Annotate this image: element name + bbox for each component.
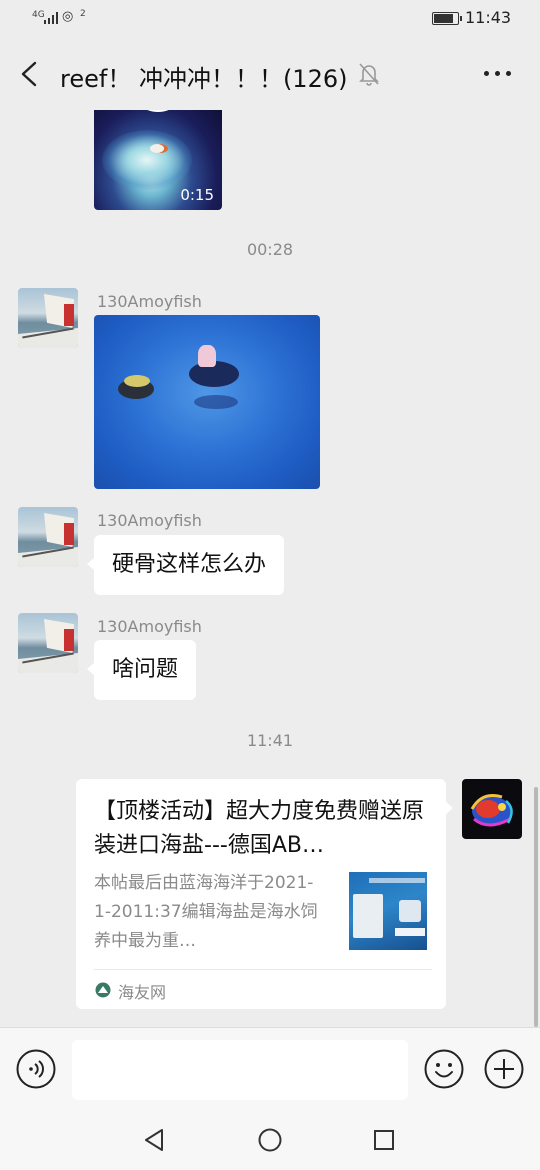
text-message[interactable]: 啥问题 (86, 640, 197, 700)
bell-off-icon (359, 63, 379, 86)
link-thumbnail (349, 872, 427, 950)
signal-icon (44, 12, 60, 24)
system-navigation (0, 1111, 540, 1170)
avatar[interactable] (18, 288, 78, 348)
battery-icon (432, 12, 462, 25)
site-logo-icon (95, 982, 111, 998)
sender-name: 130Amoyfish (97, 511, 202, 530)
input-bar (0, 1027, 540, 1111)
status-time: 11:43 (465, 8, 512, 27)
play-icon (130, 110, 186, 112)
sender-name: 130Amoyfish (97, 617, 202, 636)
triangle-back-icon[interactable] (143, 1128, 167, 1152)
avatar[interactable] (18, 613, 78, 673)
chat-area[interactable]: 0:15 00:28 130Amoyfish 130Amoyfish 硬骨这样怎… (0, 110, 540, 1027)
text-message[interactable]: 硬骨这样怎么办 (86, 535, 285, 595)
link-source: 海友网 (118, 983, 167, 1002)
network-type: 4G (32, 10, 45, 20)
wifi-label: 2 (80, 9, 86, 19)
square-recent-icon[interactable] (373, 1129, 395, 1151)
video-duration: 0:15 (180, 186, 214, 204)
message-timestamp: 11:41 (246, 731, 294, 750)
video-message[interactable]: 0:15 (94, 110, 222, 210)
wifi-icon: ◎ (62, 9, 74, 24)
sender-name: 130Amoyfish (97, 292, 202, 311)
scrollbar[interactable] (534, 787, 538, 1027)
link-title: 【顶楼活动】超大力度免费赠送原装进口海盐---德国AB… (94, 799, 425, 858)
chevron-left-icon[interactable] (18, 60, 42, 88)
circle-home-icon[interactable] (258, 1128, 282, 1152)
message-timestamp: 00:28 (246, 240, 294, 259)
message-input[interactable] (72, 1040, 408, 1100)
link-description: 本帖最后由蓝海海洋于2021-1-2011:37编辑海盐是海水饲养中最为重… (94, 873, 318, 951)
ellipsis-icon[interactable] (482, 71, 514, 79)
divider (94, 969, 432, 970)
status-bar: 4G ◎ 2 11:43 (0, 0, 540, 38)
chat-title: reef！ 冲冲冲！！！(126) (60, 65, 348, 93)
avatar[interactable] (18, 507, 78, 567)
emoji-icon[interactable] (424, 1049, 464, 1089)
avatar[interactable] (462, 779, 522, 839)
image-message[interactable] (94, 315, 320, 489)
chat-header: reef！ 冲冲冲！！！(126) (0, 38, 540, 110)
voice-icon[interactable] (16, 1049, 56, 1089)
link-card[interactable]: 【顶楼活动】超大力度免费赠送原装进口海盐---德国AB… 本帖最后由蓝海海洋于2… (76, 779, 453, 1009)
plus-icon[interactable] (484, 1049, 524, 1089)
